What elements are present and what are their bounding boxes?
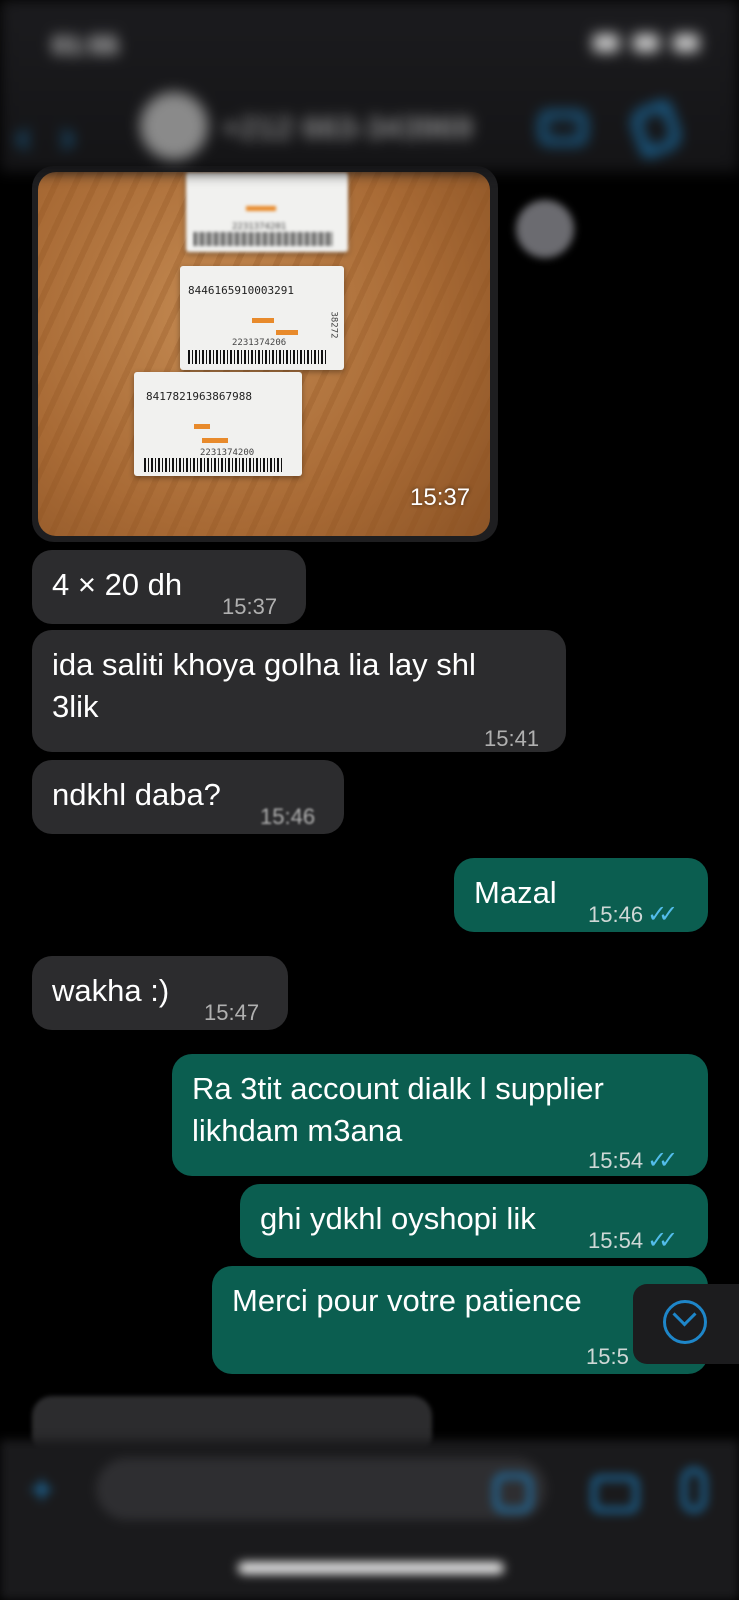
signal-icon [593,34,619,52]
message-text: likhdam m3ana [192,1113,403,1148]
message-bubble-incoming[interactable]: ndkhl daba? 15:46 [32,760,344,834]
message-time: 15:54 [588,1148,644,1173]
read-receipt-icon: ✓✓ [647,1147,678,1174]
message-text: ndkhl daba? [52,777,221,812]
message-time: 15:37 [410,484,471,511]
read-receipt-icon: ✓✓ [647,1227,678,1254]
message-text: ghi ydkhl oyshopi lik [260,1201,536,1236]
recharge-card: 8446165910003291 2231374206 38272 [180,266,344,370]
message-text: ida saliti khoya golha lia lay shl [52,647,476,682]
message-bubble-incoming[interactable]: wakha :) 15:47 [32,956,288,1030]
battery-icon [673,34,699,52]
message-text: Ra 3tit account dialk l supplier [192,1071,604,1106]
photo-recharge-cards[interactable]: 2231374201 8446165910003291 2231374206 3… [38,172,490,536]
sticker-icon[interactable] [494,1474,532,1512]
status-icons [593,34,699,52]
barcode [194,232,334,246]
message-bubble-outgoing[interactable]: Mazal 15:46 ✓✓ [454,858,708,932]
read-receipt-icon: ✓✓ [647,901,678,928]
phone-call-icon[interactable] [629,100,683,158]
barcode [144,458,284,472]
avatar[interactable] [140,92,208,160]
message-text: Mazal [474,875,557,910]
message-time: 15:54 [588,1228,644,1253]
video-call-icon[interactable] [540,112,586,144]
status-time: 01:55 [52,30,119,60]
recharge-card: 8417821963867988 2231374200 [134,372,302,476]
message-bubble-outgoing[interactable]: Ra 3tit account dialk l supplier likhdam… [172,1054,708,1176]
message-text: Merci pour votre patience [232,1283,582,1318]
message-text: 4 × 20 dh [52,567,183,602]
barcode [188,350,328,364]
contact-name[interactable]: +212 663-343969 [222,112,473,146]
message-time: 15:47 [204,1000,260,1025]
message-time: 15:5 [586,1344,629,1369]
chat-header: 01:55 ‹ › +212 663-343969 [0,0,739,172]
message-time: 15:37 [222,594,278,619]
home-indicator [238,1562,504,1574]
message-time: 15:41 [484,726,540,751]
back-chevron-icon[interactable]: ‹ [16,112,31,162]
camera-icon[interactable] [592,1476,638,1512]
message-input[interactable] [96,1458,546,1520]
message-time: 15:46 [588,902,644,927]
plus-icon[interactable]: + [30,1468,53,1513]
message-bubble-outgoing[interactable]: ghi ydkhl oyshopi lik 15:54 ✓✓ [240,1184,708,1258]
message-bubble-incoming[interactable]: 4 × 20 dh 15:37 [32,550,306,624]
scroll-to-bottom-button[interactable] [633,1284,739,1364]
message-bubble-incoming[interactable]: ida saliti khoya golha lia lay shl 3lik … [32,630,566,752]
compose-bar: + [0,1440,739,1600]
message-text: wakha :) [52,973,170,1008]
message-text: 3lik [52,689,99,724]
wifi-icon [633,34,659,52]
recharge-card: 2231374201 [186,172,348,252]
chevron-right-icon[interactable]: › [60,112,75,162]
message-time: 15:46 [260,804,316,829]
forward-icon[interactable] [516,200,574,258]
microphone-icon[interactable] [682,1468,706,1512]
